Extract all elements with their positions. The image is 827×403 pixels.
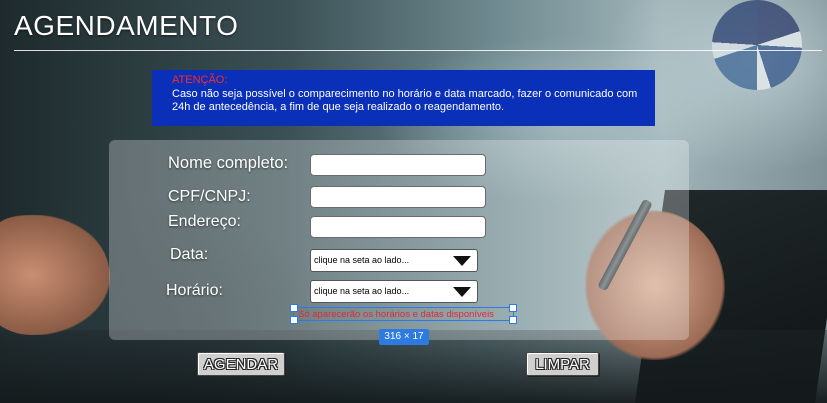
attention-notice: ATENÇÃO: Caso não seja possível o compar… (152, 70, 655, 126)
notice-heading: ATENÇÃO: (172, 74, 228, 86)
name-label: Nome completo: (168, 154, 289, 172)
resize-handle[interactable] (509, 304, 517, 312)
time-select-value: clique na seta ao lado... (314, 286, 410, 296)
resize-handle[interactable] (290, 316, 298, 324)
title-divider (14, 50, 822, 51)
date-label: Data: (170, 246, 209, 263)
date-select-value: clique na seta ao lado... (314, 255, 410, 265)
time-select[interactable]: clique na seta ao lado... (310, 280, 478, 303)
schedule-button[interactable]: AGENDAR (197, 352, 285, 376)
address-field[interactable] (310, 216, 486, 238)
background-pie-chart (712, 0, 802, 90)
time-label: Horário: (166, 282, 223, 299)
chevron-down-icon[interactable] (453, 256, 471, 266)
clear-button[interactable]: LIMPAR (526, 352, 599, 376)
cpf-field[interactable] (310, 186, 486, 208)
resize-handle[interactable] (290, 304, 298, 312)
selection-size-badge: 316 × 17 (379, 329, 429, 345)
availability-hint: Só aparecerão os horários e datas dispon… (298, 309, 494, 320)
resize-handle[interactable] (509, 316, 517, 324)
name-field[interactable] (310, 154, 486, 176)
notice-text: Caso não seja possível o comparecimento … (172, 87, 638, 114)
date-select[interactable]: clique na seta ao lado... (310, 249, 478, 272)
address-label: Endereço: (168, 213, 241, 230)
chevron-down-icon[interactable] (453, 287, 471, 297)
cpf-label: CPF/CNPJ: (168, 188, 251, 205)
page-title: AGENDAMENTO (14, 10, 239, 41)
